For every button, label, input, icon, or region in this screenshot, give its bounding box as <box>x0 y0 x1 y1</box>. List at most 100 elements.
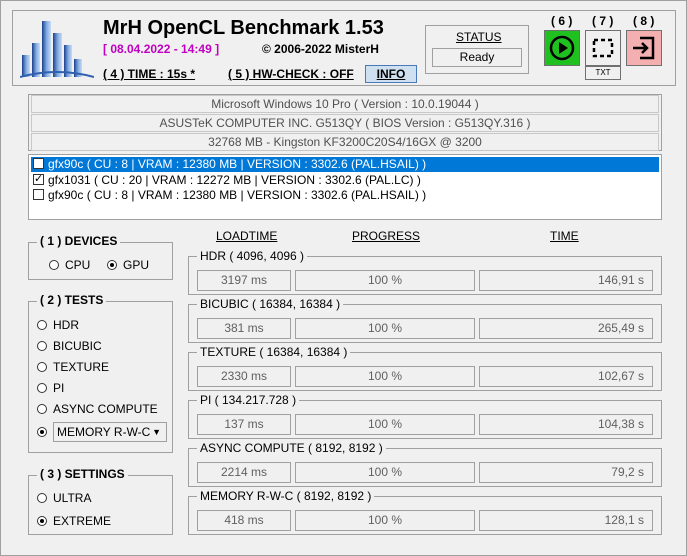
result-row-memory: MEMORY R-W-C ( 8192, 8192 ) 418 ms 100 %… <box>188 489 662 535</box>
radio-indicator <box>37 404 47 414</box>
result-row-bicubic: BICUBIC ( 16384, 16384 ) 381 ms 100 % 26… <box>188 297 662 343</box>
cpu-radio[interactable]: CPU <box>49 258 90 272</box>
time-value: 79,2 s <box>479 462 653 483</box>
board-info: ASUSTeK COMPUTER INC. G513QY ( BIOS Vers… <box>31 114 659 132</box>
progress-value: 100 % <box>295 462 475 483</box>
copyright-label: © 2006-2022 MisterH <box>262 42 379 56</box>
extreme-label: EXTREME <box>53 514 112 528</box>
memory-info: 32768 MB - Kingston KF3200C20S4/16GX @ 3… <box>31 133 659 151</box>
chevron-down-icon: ▼ <box>152 427 161 437</box>
loadtime-value: 137 ms <box>197 414 291 435</box>
progress-value: 100 % <box>295 270 475 291</box>
loadtime-value: 418 ms <box>197 510 291 531</box>
system-info-panel: Microsoft Windows 10 Pro ( Version : 10.… <box>28 94 662 151</box>
play-icon <box>549 35 575 61</box>
radio-indicator <box>49 260 59 270</box>
devices-group-title: ( 1 ) DEVICES <box>37 234 121 248</box>
device-label: gfx1031 ( CU : 20 | VRAM : 12272 MB | VE… <box>48 173 421 187</box>
test-label: BICUBIC <box>53 339 102 353</box>
exit-button[interactable] <box>626 30 662 66</box>
radio-indicator <box>37 383 47 393</box>
cpu-label: CPU <box>65 258 91 272</box>
test-label: TEXTURE <box>53 360 110 374</box>
loadtime-value: 2330 ms <box>197 366 291 387</box>
time-value: 265,49 s <box>479 318 653 339</box>
result-row-hdr: HDR ( 4096, 4096 ) 3197 ms 100 % 146,91 … <box>188 249 662 295</box>
crop-icon <box>592 38 614 58</box>
radio-indicator <box>37 516 47 526</box>
device-item[interactable]: gfx1031 ( CU : 20 | VRAM : 12272 MB | VE… <box>31 172 659 188</box>
os-info: Microsoft Windows 10 Pro ( Version : 10.… <box>31 95 659 113</box>
result-title: MEMORY R-W-C ( 8192, 8192 ) <box>197 489 375 503</box>
memory-select-value: MEMORY R-W-C <box>57 425 151 439</box>
app-logo <box>20 21 94 78</box>
test-label: HDR <box>53 318 79 332</box>
progress-value: 100 % <box>295 318 475 339</box>
test-radio-bicubic[interactable]: BICUBIC <box>37 339 102 353</box>
radio-indicator <box>37 362 47 372</box>
status-value: Ready <box>432 48 522 67</box>
run-button[interactable] <box>544 30 580 66</box>
date-label: [ 08.04.2022 - 14:49 ] <box>103 42 220 56</box>
ultra-label: ULTRA <box>53 491 92 505</box>
time-setting-link[interactable]: ( 4 ) TIME : 15s * <box>103 67 195 81</box>
result-row-texture: TEXTURE ( 16384, 16384 ) 2330 ms 100 % 1… <box>188 345 662 391</box>
time-value: 102,67 s <box>479 366 653 387</box>
test-radio-memory[interactable]: MEMORY R-W-C ▼ <box>37 422 167 442</box>
test-radio-pi[interactable]: PI <box>37 381 64 395</box>
loadtime-column-header: LOADTIME <box>216 229 278 243</box>
time-column-header: TIME <box>550 229 579 243</box>
test-radio-async-compute[interactable]: ASYNC COMPUTE <box>37 402 158 416</box>
result-title: PI ( 134.217.728 ) <box>197 393 300 407</box>
result-row-async-compute: ASYNC COMPUTE ( 8192, 8192 ) 2214 ms 100… <box>188 441 662 487</box>
devices-group: ( 1 ) DEVICES CPU GPU <box>28 234 173 280</box>
memory-test-select[interactable]: MEMORY R-W-C ▼ <box>53 422 167 442</box>
ultra-radio[interactable]: ULTRA <box>37 491 91 505</box>
time-value: 146,91 s <box>479 270 653 291</box>
device-label: gfx90c ( CU : 8 | VRAM : 12380 MB | VERS… <box>48 157 427 171</box>
test-label: PI <box>53 381 65 395</box>
run-shortcut-label: ( 6 ) <box>551 14 573 28</box>
extreme-radio[interactable]: EXTREME <box>37 514 111 528</box>
radio-indicator <box>37 493 47 503</box>
app-title: MrH OpenCL Benchmark 1.53 <box>103 17 384 39</box>
gpu-label: GPU <box>123 258 150 272</box>
tests-group: ( 2 ) TESTS HDR BICUBIC TEXTURE PI ASYNC… <box>28 293 173 453</box>
radio-indicator <box>107 260 117 270</box>
loadtime-value: 2214 ms <box>197 462 291 483</box>
txt-export-button[interactable]: TXT <box>585 66 621 80</box>
radio-indicator <box>37 320 47 330</box>
progress-value: 100 % <box>295 366 475 387</box>
exit-shortcut-label: ( 8 ) <box>633 14 655 28</box>
status-label: STATUS <box>456 30 502 44</box>
result-title: BICUBIC ( 16384, 16384 ) <box>197 297 344 311</box>
loadtime-value: 381 ms <box>197 318 291 339</box>
progress-column-header: PROGRESS <box>352 229 421 243</box>
device-item[interactable]: gfx90c ( CU : 8 | VRAM : 12380 MB | VERS… <box>31 157 659 172</box>
test-radio-texture[interactable]: TEXTURE <box>37 360 109 374</box>
progress-value: 100 % <box>295 510 475 531</box>
time-value: 128,1 s <box>479 510 653 531</box>
progress-value: 100 % <box>295 414 475 435</box>
tests-group-title: ( 2 ) TESTS <box>37 293 107 307</box>
settings-group: ( 3 ) SETTINGS ULTRA EXTREME <box>28 467 173 535</box>
screenshot-button[interactable] <box>585 30 621 66</box>
info-button[interactable]: INFO <box>365 65 417 83</box>
test-radio-hdr[interactable]: HDR <box>37 318 79 332</box>
result-title: HDR ( 4096, 4096 ) <box>197 249 308 263</box>
device-checkbox[interactable] <box>33 172 44 187</box>
result-row-pi: PI ( 134.217.728 ) 137 ms 100 % 104,38 s <box>188 393 662 439</box>
gpu-radio[interactable]: GPU <box>107 258 149 272</box>
device-list: gfx90c ( CU : 8 | VRAM : 12380 MB | VERS… <box>28 154 662 220</box>
device-checkbox[interactable] <box>33 158 44 169</box>
hw-check-link[interactable]: ( 5 ) HW-CHECK : OFF <box>228 67 354 81</box>
result-title: TEXTURE ( 16384, 16384 ) <box>197 345 351 359</box>
device-item[interactable]: gfx90c ( CU : 8 | VRAM : 12380 MB | VERS… <box>31 188 659 203</box>
settings-group-title: ( 3 ) SETTINGS <box>37 467 128 481</box>
result-title: ASYNC COMPUTE ( 8192, 8192 ) <box>197 441 386 455</box>
time-value: 104,38 s <box>479 414 653 435</box>
device-checkbox[interactable] <box>33 189 44 200</box>
device-label: gfx90c ( CU : 8 | VRAM : 12380 MB | VERS… <box>48 188 427 202</box>
loadtime-value: 3197 ms <box>197 270 291 291</box>
exit-icon <box>633 36 655 60</box>
